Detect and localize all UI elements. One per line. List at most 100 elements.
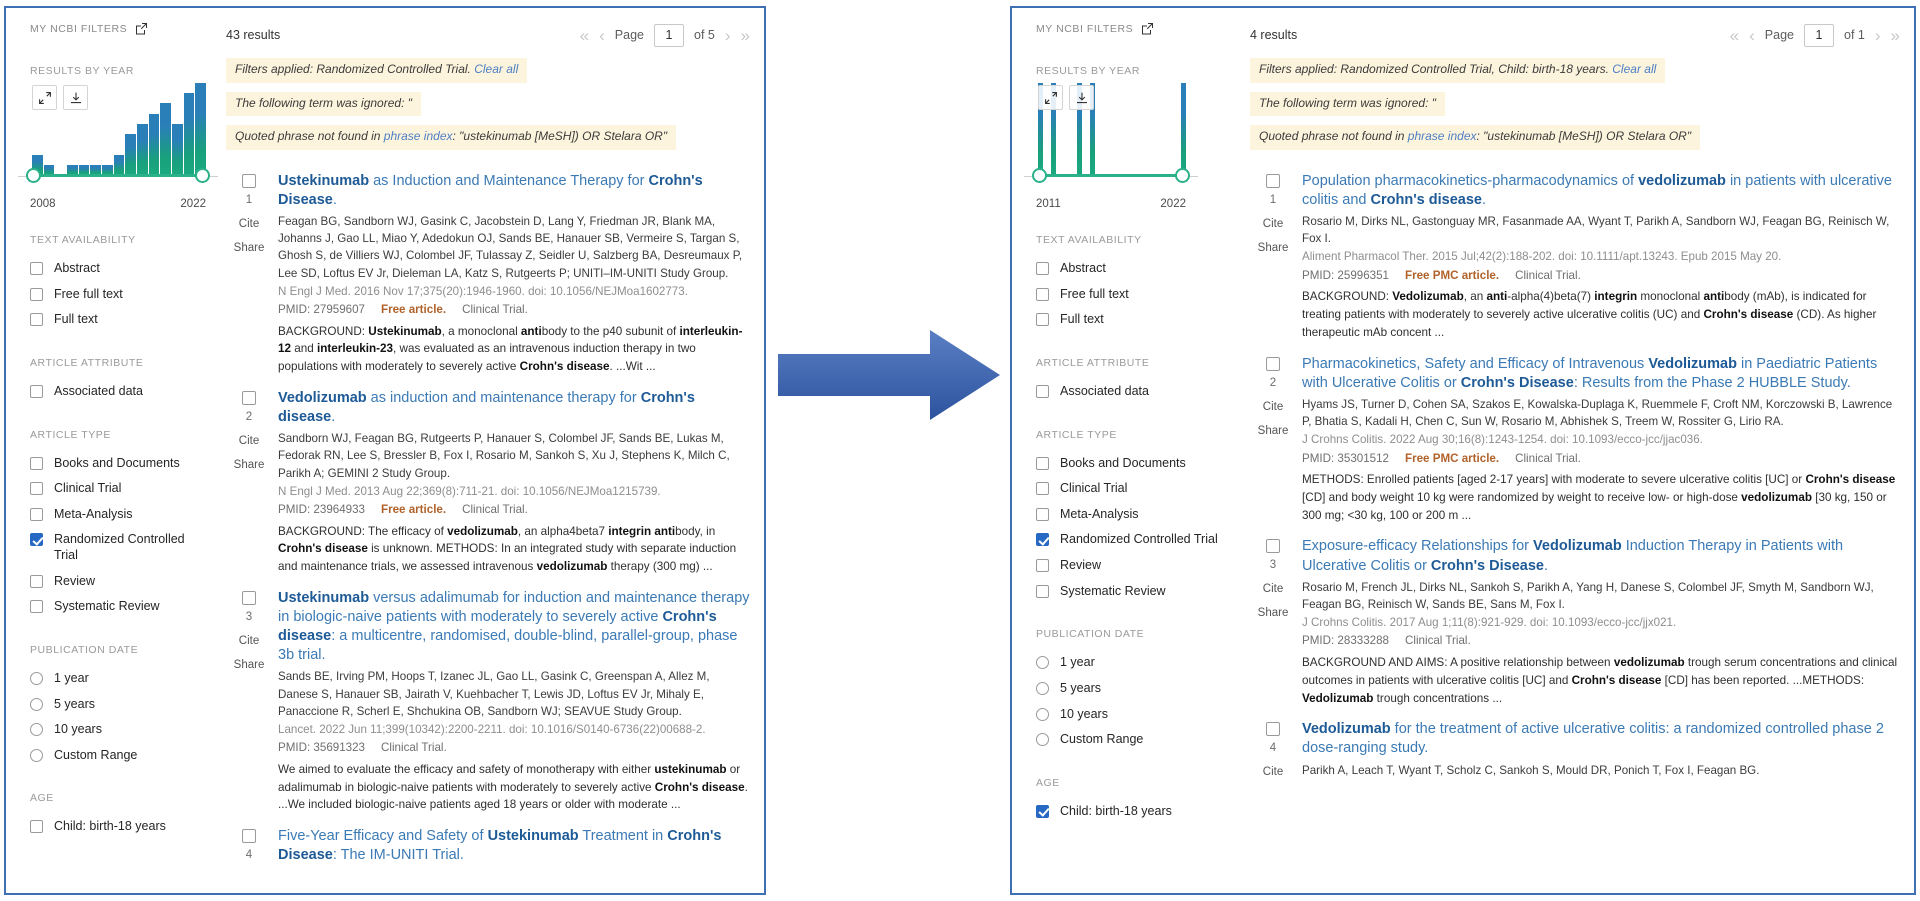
radio[interactable] (30, 672, 43, 685)
cite-button[interactable]: Cite (1263, 218, 1283, 230)
share-button[interactable]: Share (1258, 607, 1289, 619)
checkbox[interactable] (30, 482, 43, 495)
expand-chart-button[interactable] (32, 85, 57, 110)
select-article-checkbox[interactable] (1266, 539, 1280, 553)
filter-5-years[interactable]: 5 years (1036, 676, 1230, 702)
filter-systematic-review[interactable]: Systematic Review (1036, 579, 1230, 605)
share-button[interactable]: Share (234, 459, 265, 471)
checkbox[interactable] (30, 457, 43, 470)
article-title[interactable]: Pharmacokinetics, Safety and Efficacy of… (1302, 355, 1900, 393)
cite-button[interactable]: Cite (239, 635, 259, 647)
clear-all-link[interactable]: Clear all (1612, 62, 1656, 76)
clear-all-link[interactable]: Clear all (474, 62, 518, 76)
checkbox[interactable] (30, 820, 43, 833)
select-article-checkbox[interactable] (242, 391, 256, 405)
page-input[interactable]: 1 (654, 24, 684, 47)
filter-child-birth-18-years[interactable]: Child: birth-18 years (30, 814, 206, 840)
checkbox[interactable] (30, 385, 43, 398)
filter-child-birth-18-years[interactable]: Child: birth-18 years (1036, 799, 1230, 825)
share-button[interactable]: Share (1258, 242, 1289, 254)
article-title[interactable]: Vedolizumab as induction and maintenance… (278, 389, 750, 427)
filter-full-text[interactable]: Full text (30, 307, 206, 333)
expand-chart-button[interactable] (1038, 85, 1063, 110)
filter-associated-data[interactable]: Associated data (1036, 379, 1230, 405)
pmid[interactable]: PMID: 35691323 (278, 739, 365, 758)
checkbox[interactable] (30, 575, 43, 588)
radio[interactable] (1036, 733, 1049, 746)
external-link-icon[interactable] (1141, 22, 1154, 35)
filter-clinical-trial[interactable]: Clinical Trial (1036, 476, 1230, 502)
filter-10-years[interactable]: 10 years (30, 717, 206, 743)
select-article-checkbox[interactable] (242, 174, 256, 188)
year-slider-handle-end[interactable] (195, 168, 210, 183)
year-slider-handle-start[interactable] (1032, 168, 1047, 183)
next-page-icon[interactable]: › (725, 27, 731, 44)
filter-associated-data[interactable]: Associated data (30, 379, 206, 405)
filter-1-year[interactable]: 1 year (30, 666, 206, 692)
article-title[interactable]: Population pharmacokinetics-pharmacodyna… (1302, 172, 1900, 210)
first-page-icon[interactable]: « (580, 27, 589, 44)
checkbox[interactable] (30, 533, 43, 546)
filter-free-full-text[interactable]: Free full text (30, 282, 206, 308)
filter-review[interactable]: Review (1036, 553, 1230, 579)
select-article-checkbox[interactable] (1266, 357, 1280, 371)
filter-meta-analysis[interactable]: Meta-Analysis (30, 502, 206, 528)
filter-1-year[interactable]: 1 year (1036, 650, 1230, 676)
download-chart-button[interactable] (63, 85, 88, 110)
filter-meta-analysis[interactable]: Meta-Analysis (1036, 502, 1230, 528)
page-input[interactable]: 1 (1804, 24, 1834, 47)
filter-randomized-controlled-trial[interactable]: Randomized Controlled Trial (30, 527, 206, 568)
pmid[interactable]: PMID: 23964933 (278, 501, 365, 520)
prev-page-icon[interactable]: ‹ (599, 27, 605, 44)
filter-free-full-text[interactable]: Free full text (1036, 282, 1230, 308)
radio[interactable] (1036, 656, 1049, 669)
checkbox[interactable] (1036, 805, 1049, 818)
filter-abstract[interactable]: Abstract (1036, 256, 1230, 282)
year-slider-handle-end[interactable] (1175, 168, 1190, 183)
next-page-icon[interactable]: › (1875, 27, 1881, 44)
select-article-checkbox[interactable] (1266, 722, 1280, 736)
select-article-checkbox[interactable] (242, 591, 256, 605)
filter-abstract[interactable]: Abstract (30, 256, 206, 282)
last-page-icon[interactable]: » (741, 27, 750, 44)
filter-systematic-review[interactable]: Systematic Review (30, 594, 206, 620)
article-title[interactable]: Exposure-efficacy Relationships for Vedo… (1302, 537, 1900, 575)
checkbox[interactable] (30, 262, 43, 275)
checkbox[interactable] (1036, 288, 1049, 301)
article-title[interactable]: Ustekinumab as Induction and Maintenance… (278, 172, 750, 210)
share-button[interactable]: Share (234, 242, 265, 254)
article-title[interactable]: Ustekinumab versus adalimumab for induct… (278, 589, 750, 666)
radio[interactable] (30, 723, 43, 736)
results-by-year-chart[interactable] (1036, 85, 1186, 197)
pmid[interactable]: PMID: 35301512 (1302, 450, 1389, 469)
radio[interactable] (30, 698, 43, 711)
radio[interactable] (1036, 708, 1049, 721)
cite-button[interactable]: Cite (1263, 583, 1283, 595)
share-button[interactable]: Share (1258, 425, 1289, 437)
phrase-index-link[interactable]: phrase index (1408, 129, 1477, 143)
year-slider-handle-start[interactable] (26, 168, 41, 183)
article-title[interactable]: Five-Year Efficacy and Safety of Ustekin… (278, 827, 750, 865)
first-page-icon[interactable]: « (1730, 27, 1739, 44)
cite-button[interactable]: Cite (1263, 766, 1283, 778)
cite-button[interactable]: Cite (1263, 401, 1283, 413)
select-article-checkbox[interactable] (1266, 174, 1280, 188)
checkbox[interactable] (1036, 262, 1049, 275)
filter-review[interactable]: Review (30, 569, 206, 595)
checkbox[interactable] (30, 313, 43, 326)
checkbox[interactable] (30, 288, 43, 301)
filter-clinical-trial[interactable]: Clinical Trial (30, 476, 206, 502)
checkbox[interactable] (1036, 508, 1049, 521)
radio[interactable] (1036, 682, 1049, 695)
my-ncbi-filters[interactable]: MY NCBI FILTERS (1036, 22, 1230, 35)
phrase-index-link[interactable]: phrase index (384, 129, 453, 143)
checkbox[interactable] (1036, 585, 1049, 598)
filter-books-and-documents[interactable]: Books and Documents (1036, 451, 1230, 477)
pmid[interactable]: PMID: 28333288 (1302, 632, 1389, 651)
checkbox[interactable] (1036, 482, 1049, 495)
pmid[interactable]: PMID: 25996351 (1302, 267, 1389, 286)
select-article-checkbox[interactable] (242, 829, 256, 843)
external-link-icon[interactable] (135, 22, 148, 35)
prev-page-icon[interactable]: ‹ (1749, 27, 1755, 44)
checkbox[interactable] (30, 508, 43, 521)
